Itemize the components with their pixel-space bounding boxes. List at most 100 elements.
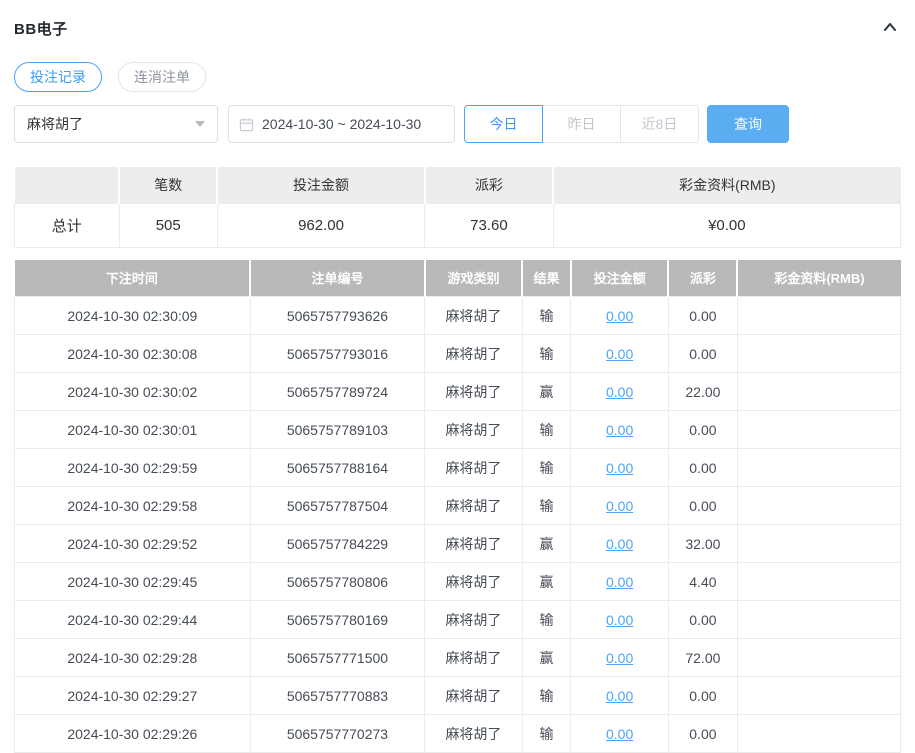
game-type-cell: 麻将胡了 [425, 639, 522, 677]
chevron-up-icon [881, 18, 899, 39]
game-type-cell: 麻将胡了 [425, 297, 522, 335]
payout-cell: 0.00 [668, 411, 737, 449]
records-table: 下注时间 注单编号 游戏类别 结果 投注金额 派彩 彩金资料(RMB) 2024… [14, 260, 901, 753]
bet-amount-link[interactable]: 0.00 [606, 726, 633, 742]
bet-time-cell: 2024-10-30 02:29:28 [15, 639, 251, 677]
bet-amount-link[interactable]: 0.00 [606, 650, 633, 666]
bonus-cell [737, 563, 900, 601]
table-row: 2024-10-30 02:29:44 5065757780169 麻将胡了 输… [15, 601, 901, 639]
records-header-order-no: 注单编号 [250, 260, 425, 297]
today-button[interactable]: 今日 [464, 105, 543, 143]
summary-header-row: 笔数 投注金额 派彩 彩金资料(RMB) [15, 167, 901, 203]
last-8-days-button[interactable]: 近8日 [620, 105, 699, 143]
table-row: 2024-10-30 02:30:09 5065757793626 麻将胡了 输… [15, 297, 901, 335]
payout-cell: 0.00 [668, 335, 737, 373]
summary-table: 笔数 投注金额 派彩 彩金资料(RMB) 总计 505 962.00 73.60… [14, 167, 901, 248]
search-button[interactable]: 查询 [707, 105, 789, 143]
bet-time-cell: 2024-10-30 02:29:27 [15, 677, 251, 715]
bet-time-cell: 2024-10-30 02:29:26 [15, 715, 251, 753]
summary-total-row: 总计 505 962.00 73.60 ¥0.00 [15, 203, 901, 247]
table-row: 2024-10-30 02:30:02 5065757789724 麻将胡了 赢… [15, 373, 901, 411]
bet-amount-cell: 0.00 [571, 297, 668, 335]
table-row: 2024-10-30 02:29:59 5065757788164 麻将胡了 输… [15, 449, 901, 487]
bet-amount-cell: 0.00 [571, 335, 668, 373]
table-row: 2024-10-30 02:29:45 5065757780806 麻将胡了 赢… [15, 563, 901, 601]
bet-amount-link[interactable]: 0.00 [606, 384, 633, 400]
bet-amount-cell: 0.00 [571, 449, 668, 487]
summary-total-label: 总计 [15, 203, 120, 247]
bet-time-cell: 2024-10-30 02:30:08 [15, 335, 251, 373]
bet-time-cell: 2024-10-30 02:30:02 [15, 373, 251, 411]
records-header-bet-amount: 投注金额 [571, 260, 668, 297]
bet-amount-link[interactable]: 0.00 [606, 536, 633, 552]
bet-amount-link[interactable]: 0.00 [606, 308, 633, 324]
game-type-cell: 麻将胡了 [425, 677, 522, 715]
summary-header-bonus: 彩金资料(RMB) [553, 167, 900, 203]
bonus-cell [737, 297, 900, 335]
yesterday-button[interactable]: 昨日 [542, 105, 621, 143]
result-cell: 赢 [522, 563, 571, 601]
table-row: 2024-10-30 02:29:27 5065757770883 麻将胡了 输… [15, 677, 901, 715]
bet-time-cell: 2024-10-30 02:30:01 [15, 411, 251, 449]
tab-cancelled-orders[interactable]: 连消注单 [118, 62, 206, 92]
bet-time-cell: 2024-10-30 02:29:58 [15, 487, 251, 525]
bet-amount-cell: 0.00 [571, 677, 668, 715]
result-cell: 输 [522, 677, 571, 715]
records-header-row: 下注时间 注单编号 游戏类别 结果 投注金额 派彩 彩金资料(RMB) [15, 260, 901, 297]
tab-bar: 投注记录 连消注单 [14, 62, 901, 92]
panel-header: BB电子 [14, 12, 901, 44]
bet-amount-cell: 0.00 [571, 525, 668, 563]
bet-amount-link[interactable]: 0.00 [606, 574, 633, 590]
payout-cell: 32.00 [668, 525, 737, 563]
result-cell: 赢 [522, 525, 571, 563]
records-header-result: 结果 [522, 260, 571, 297]
summary-total-count: 505 [119, 203, 217, 247]
bet-amount-link[interactable]: 0.00 [606, 422, 633, 438]
summary-total-bonus: ¥0.00 [553, 203, 900, 247]
bet-time-cell: 2024-10-30 02:29:44 [15, 601, 251, 639]
bonus-cell [737, 373, 900, 411]
order-number-cell: 5065757770273 [250, 715, 425, 753]
records-header-payout: 派彩 [668, 260, 737, 297]
table-row: 2024-10-30 02:29:28 5065757771500 麻将胡了 赢… [15, 639, 901, 677]
game-select-value: 麻将胡了 [27, 114, 83, 134]
payout-cell: 4.40 [668, 563, 737, 601]
order-number-cell: 5065757780169 [250, 601, 425, 639]
date-range-picker[interactable]: 2024-10-30 ~ 2024-10-30 [228, 105, 455, 143]
tab-bet-records[interactable]: 投注记录 [14, 62, 102, 92]
payout-cell: 0.00 [668, 487, 737, 525]
collapse-panel-button[interactable] [879, 16, 901, 41]
bet-time-cell: 2024-10-30 02:30:09 [15, 297, 251, 335]
bet-amount-link[interactable]: 0.00 [606, 498, 633, 514]
bet-time-cell: 2024-10-30 02:29:45 [15, 563, 251, 601]
filter-bar: 麻将胡了 2024-10-30 ~ 2024-10-30 今日 昨日 近8日 查… [14, 105, 901, 143]
bet-amount-link[interactable]: 0.00 [606, 346, 633, 362]
bet-records-panel: BB电子 投注记录 连消注单 麻将胡了 2024-10-30 ~ 2024-10… [0, 0, 915, 753]
result-cell: 输 [522, 601, 571, 639]
bonus-cell [737, 411, 900, 449]
caret-down-icon [195, 121, 205, 127]
bet-amount-link[interactable]: 0.00 [606, 460, 633, 476]
bonus-cell [737, 487, 900, 525]
game-type-cell: 麻将胡了 [425, 715, 522, 753]
bet-amount-link[interactable]: 0.00 [606, 612, 633, 628]
bonus-cell [737, 601, 900, 639]
quick-date-button-group: 今日 昨日 近8日 [464, 105, 699, 143]
order-number-cell: 5065757788164 [250, 449, 425, 487]
bet-amount-link[interactable]: 0.00 [606, 688, 633, 704]
game-type-cell: 麻将胡了 [425, 601, 522, 639]
game-select[interactable]: 麻将胡了 [14, 105, 218, 143]
payout-cell: 0.00 [668, 677, 737, 715]
payout-cell: 72.00 [668, 639, 737, 677]
summary-header-bet-amount: 投注金额 [217, 167, 424, 203]
summary-total-payout: 73.60 [425, 203, 553, 247]
bet-amount-cell: 0.00 [571, 411, 668, 449]
records-header-game-type: 游戏类别 [425, 260, 522, 297]
order-number-cell: 5065757784229 [250, 525, 425, 563]
payout-cell: 0.00 [668, 449, 737, 487]
table-row: 2024-10-30 02:30:01 5065757789103 麻将胡了 输… [15, 411, 901, 449]
table-row: 2024-10-30 02:29:26 5065757770273 麻将胡了 输… [15, 715, 901, 753]
summary-header-count: 笔数 [119, 167, 217, 203]
payout-cell: 22.00 [668, 373, 737, 411]
bet-amount-cell: 0.00 [571, 639, 668, 677]
